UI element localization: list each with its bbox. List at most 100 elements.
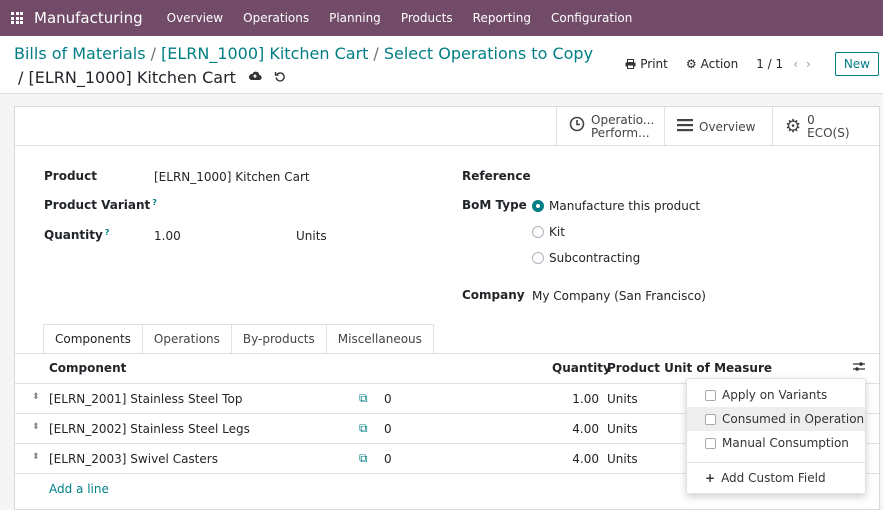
nav-operations[interactable]: Operations — [233, 11, 319, 25]
quantity-uom-field[interactable]: Units — [296, 229, 327, 243]
breadcrumb-separator: / — [150, 44, 156, 63]
breadcrumb-kitchen-cart[interactable]: [ELRN_1000] Kitchen Cart — [161, 44, 368, 63]
drag-handle-icon[interactable]: ⬍ — [32, 392, 40, 402]
smart-button-bar: Operatio... Perform... Overview ⚙ 0 ECO(… — [15, 107, 879, 146]
add-custom-field-label: Add Custom Field — [721, 471, 826, 485]
print-button[interactable]: Print — [625, 57, 668, 71]
row-uom[interactable]: Units — [607, 392, 638, 406]
tab-components[interactable]: Components — [43, 324, 143, 354]
add-line-link[interactable]: Add a line — [49, 482, 109, 496]
option-apply-on-variants[interactable]: Apply on Variants — [687, 383, 865, 407]
breadcrumb-select-operations[interactable]: Select Operations to Copy — [384, 44, 593, 63]
row-consumed: 0 — [384, 452, 392, 466]
help-icon[interactable]: ? — [105, 228, 110, 237]
tab-operations[interactable]: Operations — [141, 324, 232, 354]
dropdown-divider — [687, 462, 865, 463]
option-label: Manual Consumption — [722, 436, 849, 450]
row-component[interactable]: [ELRN_2002] Stainless Steel Legs — [49, 422, 250, 436]
nav-reporting[interactable]: Reporting — [463, 11, 541, 25]
product-variant-label: Product Variant? — [44, 198, 157, 212]
column-header-quantity[interactable]: Quantity — [552, 361, 611, 375]
radio-kit[interactable] — [532, 226, 544, 238]
column-header-component[interactable]: Component — [49, 361, 126, 375]
save-cloud-icon[interactable] — [248, 70, 262, 86]
clock-icon — [569, 116, 585, 137]
eco-button[interactable]: ⚙ 0 ECO(S) — [772, 107, 879, 146]
row-component[interactable]: [ELRN_2001] Stainless Steel Top — [49, 392, 242, 406]
row-quantity[interactable]: 4.00 — [572, 452, 599, 466]
drag-handle-icon[interactable]: ⬍ — [32, 422, 40, 432]
nav-overview[interactable]: Overview — [157, 11, 234, 25]
gears-icon: ⚙ — [785, 116, 802, 137]
action-label: Action — [700, 57, 739, 71]
overview-label: Overview — [699, 119, 756, 134]
product-field[interactable]: [ELRN_1000] Kitchen Cart — [154, 170, 310, 184]
discard-undo-icon[interactable] — [274, 70, 286, 86]
bars-icon — [677, 116, 693, 137]
tab-divider — [15, 353, 879, 354]
open-record-icon[interactable]: ⧉ — [359, 421, 368, 436]
row-consumed: 0 — [384, 392, 392, 406]
row-quantity[interactable]: 4.00 — [572, 422, 599, 436]
option-label: Consumed in Operation — [722, 412, 865, 426]
overview-button[interactable]: Overview — [664, 107, 772, 146]
checkbox[interactable] — [705, 413, 716, 425]
breadcrumb-current: / [ELRN_1000] Kitchen Cart — [18, 68, 286, 87]
checkbox[interactable] — [705, 389, 716, 401]
open-record-icon[interactable]: ⧉ — [359, 391, 368, 406]
breadcrumb: Bills of Materials / [ELRN_1000] Kitchen C… — [14, 44, 593, 63]
chevron-left-icon[interactable]: ‹ — [793, 57, 806, 71]
radio-subcontracting[interactable] — [532, 252, 544, 264]
radio-manufacture[interactable] — [532, 200, 544, 212]
gear-icon: ⚙ — [685, 57, 697, 71]
control-panel: Bills of Materials / [ELRN_1000] Kitchen C… — [0, 36, 883, 94]
bom-type-kit-label[interactable]: Kit — [549, 225, 565, 239]
pager-value[interactable]: 1 / 1 — [756, 57, 783, 71]
nav-planning[interactable]: Planning — [319, 11, 391, 25]
nav-products[interactable]: Products — [391, 11, 463, 25]
control-panel-actions: Print ⚙ Action 1 / 1 ‹› New — [625, 52, 883, 76]
company-field[interactable]: My Company (San Francisco) — [532, 289, 706, 303]
row-consumed: 0 — [384, 422, 392, 436]
top-navbar: Manufacturing Overview Operations Planni… — [0, 0, 883, 36]
breadcrumb-current-prefix: / — [18, 68, 24, 87]
chevron-right-icon[interactable]: › — [806, 57, 819, 71]
new-button[interactable]: New — [834, 52, 879, 76]
operations-performance-button[interactable]: Operatio... Perform... — [556, 107, 664, 146]
checkbox[interactable] — [705, 437, 716, 449]
performance-line: Perform... — [591, 125, 650, 140]
bom-type-subcontracting-label[interactable]: Subcontracting — [549, 251, 640, 265]
tab-miscellaneous[interactable]: Miscellaneous — [325, 324, 434, 354]
app-brand[interactable]: Manufacturing — [34, 9, 143, 27]
optional-columns-icon[interactable] — [853, 361, 865, 375]
nav-configuration[interactable]: Configuration — [541, 11, 642, 25]
eco-label: ECO(S) — [807, 125, 850, 140]
help-icon[interactable]: ? — [152, 198, 157, 207]
breadcrumb-bills-of-materials[interactable]: Bills of Materials — [14, 44, 146, 63]
record-title: [ELRN_1000] Kitchen Cart — [28, 68, 236, 87]
column-header-uom[interactable]: Product Unit of Measure — [607, 361, 772, 375]
bom-type-manufacture-label[interactable]: Manufacture this product — [549, 199, 700, 213]
optional-columns-dropdown: Apply on Variants Consumed in Operation … — [686, 378, 866, 494]
option-label: Apply on Variants — [722, 388, 828, 402]
row-uom[interactable]: Units — [607, 422, 638, 436]
quantity-field[interactable]: 1.00 — [154, 229, 181, 243]
row-component[interactable]: [ELRN_2003] Swivel Casters — [49, 452, 218, 466]
option-consumed-in-operation[interactable]: Consumed in Operation — [687, 407, 865, 431]
operations-line: Operatio... — [591, 112, 655, 127]
bom-type-label: BoM Type — [462, 198, 527, 212]
eco-count: 0 — [807, 112, 815, 127]
notebook-tabs: Components Operations By-products Miscel… — [43, 324, 434, 354]
apps-menu-icon[interactable] — [0, 0, 34, 36]
drag-handle-icon[interactable]: ⬍ — [32, 452, 40, 462]
add-custom-field-button[interactable]: + Add Custom Field — [705, 471, 826, 485]
open-record-icon[interactable]: ⧉ — [359, 451, 368, 466]
company-label: Company — [462, 288, 525, 302]
reference-label: Reference — [462, 169, 531, 183]
tab-by-products[interactable]: By-products — [230, 324, 327, 354]
row-uom[interactable]: Units — [607, 452, 638, 466]
option-manual-consumption[interactable]: Manual Consumption — [687, 431, 865, 455]
product-variant-label-text: Product Variant — [44, 198, 151, 212]
row-quantity[interactable]: 1.00 — [572, 392, 599, 406]
action-button[interactable]: ⚙ Action — [686, 57, 738, 71]
